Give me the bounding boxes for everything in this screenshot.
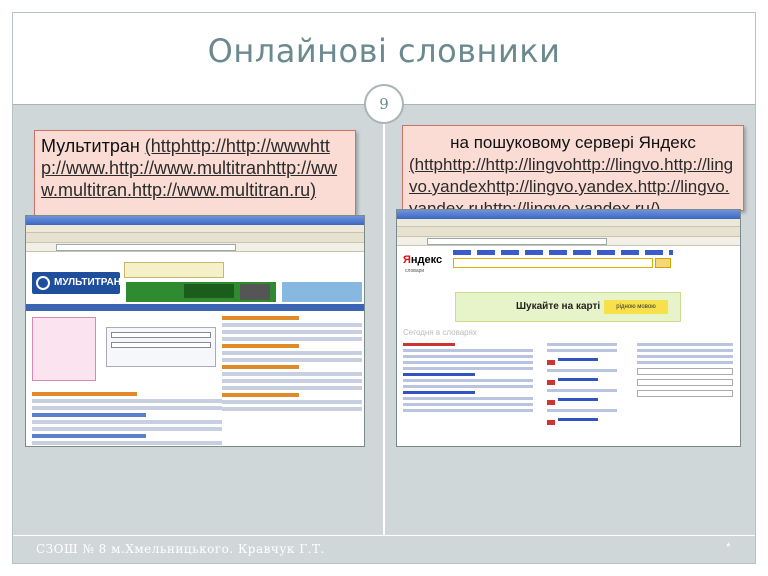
yandex-articles-column	[403, 340, 533, 415]
language-select	[111, 342, 211, 348]
browser-menubar	[397, 219, 740, 227]
column-divider	[383, 105, 385, 535]
yandex-callout: на пошуковому сервері Яндекс (httphttp:/…	[402, 125, 744, 211]
multitran-screenshot: МУЛЬТИТРАН	[25, 215, 365, 447]
multitran-callout: Мультитран (httphttp://http://wwwhttp://…	[34, 130, 356, 216]
multitran-ad-banner	[124, 262, 224, 278]
yandex-logo: Яндекс	[403, 254, 443, 266]
browser-menubar	[26, 225, 364, 233]
footer-mark: *	[726, 540, 731, 554]
slide-title: Онлайнові словники	[207, 32, 561, 70]
yandex-lead-text: на пошуковому сервері Яндекс	[450, 133, 696, 152]
multitran-body	[26, 311, 364, 445]
footer-text: СЗОШ № 8 м.Хмельницького. Кравчук Г.Т.	[36, 542, 325, 556]
search-input	[111, 332, 211, 338]
yandex-check-yourself-panel	[637, 340, 733, 401]
multitran-name: Мультитран	[41, 136, 140, 156]
yandex-map-banner: Шукайте на карті рідною мовою	[455, 292, 681, 322]
yandex-section-heading: Сегодня в словарях	[403, 328, 477, 337]
browser-toolbar	[397, 227, 740, 237]
address-field	[56, 244, 236, 251]
multitran-side-ad	[282, 282, 362, 302]
slide-number-badge: 9	[364, 84, 404, 124]
multitran-logo-icon	[36, 276, 50, 290]
yandex-search-button	[655, 258, 671, 268]
yandex-service-tabs	[453, 250, 673, 255]
banner-text: Шукайте на карті	[516, 301, 601, 312]
multitran-nav-bar	[26, 304, 364, 311]
yandex-lingvo-link[interactable]: (httphttp://http://lingvohttp://lingvo.h…	[409, 155, 733, 210]
ad-text-block	[184, 284, 234, 298]
banner-button: рідною мовою	[604, 300, 668, 314]
address-field	[427, 238, 607, 245]
multitran-camera-ad	[126, 282, 276, 302]
multitran-news-list	[32, 389, 222, 446]
multitran-header: МУЛЬТИТРАН	[26, 252, 364, 302]
camera-image	[240, 284, 270, 300]
multitran-search-panel	[106, 327, 216, 367]
browser-address-bar	[397, 237, 740, 246]
multitran-promo-box	[32, 317, 96, 381]
multitran-right-column	[222, 313, 362, 433]
yandex-screenshot: Яндекс словари Шукайте на карті рідною м…	[396, 209, 741, 447]
yandex-translations-column	[547, 340, 617, 426]
browser-titlebar	[397, 210, 740, 219]
browser-address-bar	[26, 243, 364, 252]
browser-toolbar	[26, 233, 364, 243]
yandex-logo-subtitle: словари	[405, 268, 425, 274]
yandex-search-input	[453, 258, 653, 268]
yandex-header: Яндекс словари	[397, 246, 740, 276]
browser-titlebar	[26, 216, 364, 225]
